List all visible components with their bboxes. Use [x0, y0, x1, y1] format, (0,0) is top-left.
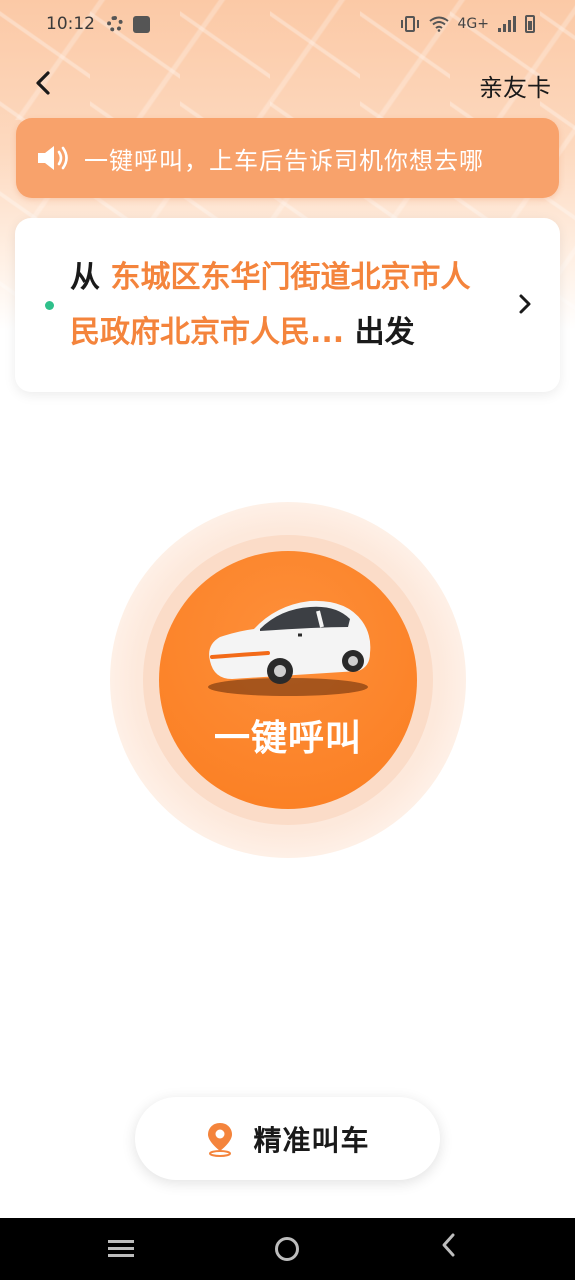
start-dot [45, 301, 54, 310]
speaker-icon [38, 146, 68, 170]
precise-call-button[interactable]: 精准叫车 [135, 1097, 440, 1180]
menu-icon[interactable] [108, 1240, 134, 1258]
navigation-bar [0, 1218, 575, 1280]
status-time: 10:12 [46, 14, 95, 34]
precise-call-label: 精准叫车 [253, 1123, 370, 1157]
status-bar: 10:12 4G+ [0, 0, 575, 48]
start-location-card[interactable]: 从 东城区东华门街道北京市人民政府北京市人民... 出发 [15, 218, 560, 392]
status-right-icons: 4G+ [400, 15, 535, 33]
notice-text: 一键呼叫，上车后告诉司机你想去哪 [84, 146, 484, 175]
status-left-icons [107, 15, 150, 33]
notice-banner: 一键呼叫，上车后告诉司机你想去哪 [16, 118, 559, 198]
friend-card-button[interactable]: 亲友卡 [479, 68, 551, 103]
vibrate-icon [400, 16, 419, 32]
one-tap-call-button[interactable]: 一键呼叫 [159, 551, 417, 809]
one-tap-call-label: 一键呼叫 [213, 718, 362, 759]
start-location-text: 从 东城区东华门街道北京市人民政府北京市人民... 出发 [70, 250, 490, 360]
network-type: 4G+ [457, 16, 490, 32]
home-icon[interactable] [275, 1237, 299, 1261]
back-button[interactable] [26, 66, 60, 100]
gear-icon [107, 16, 123, 32]
location-pin-icon [208, 1122, 233, 1157]
back-icon[interactable] [440, 1230, 456, 1268]
start-suffix: 出发 [354, 315, 415, 350]
car-icon [208, 600, 371, 696]
header: 亲友卡 [0, 58, 575, 108]
chevron-left-icon [36, 71, 50, 95]
start-prefix: 从 [70, 260, 100, 295]
wifi-icon [428, 16, 449, 32]
shopping-bag-icon [133, 15, 150, 33]
signal-icon [498, 16, 516, 32]
battery-icon [525, 15, 535, 33]
chevron-right-icon [518, 288, 532, 323]
